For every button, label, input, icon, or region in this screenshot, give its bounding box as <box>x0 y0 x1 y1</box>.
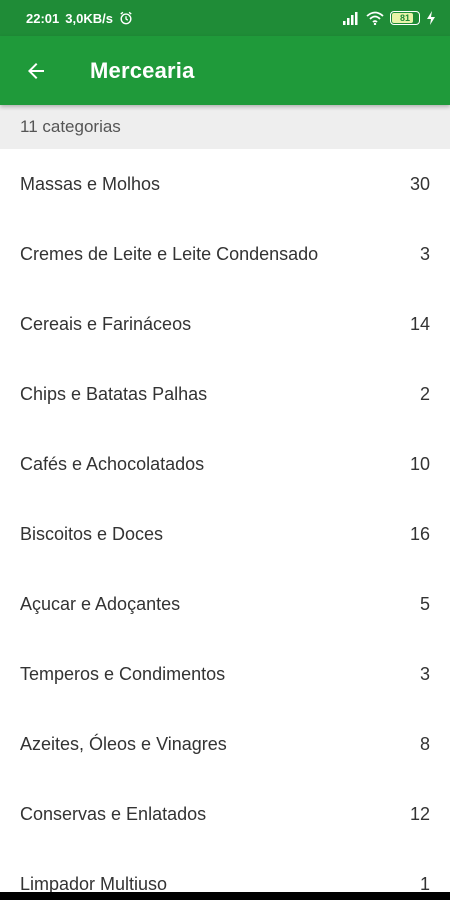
list-item[interactable]: Massas e Molhos 30 <box>0 149 450 219</box>
category-name: Chips e Batatas Palhas <box>20 383 208 404</box>
category-name: Cafés e Achocolatados <box>20 453 205 474</box>
app-bar: Mercearia <box>0 36 450 105</box>
page-title: Mercearia <box>90 57 195 83</box>
category-count: 16 <box>409 523 430 544</box>
category-name: Azeites, Óleos e Vinagres <box>20 733 227 754</box>
screen: 22:01 3,0KB/s 81 Mercearia 11 categorias… <box>0 0 450 900</box>
status-time: 22:01 <box>26 10 60 26</box>
category-name: Açucar e Adoçantes <box>20 593 181 614</box>
list-item[interactable]: Biscoitos e Doces 16 <box>0 499 450 569</box>
list-item[interactable]: Cremes de Leite e Leite Condensado 3 <box>0 219 450 289</box>
category-count: 3 <box>419 663 430 684</box>
status-right: 81 <box>342 11 436 25</box>
category-name: Temperos e Condimentos <box>20 663 226 684</box>
list-item[interactable]: Conservas e Enlatados 12 <box>0 779 450 849</box>
category-count: 30 <box>409 173 430 194</box>
list-item[interactable]: Cafés e Achocolatados 10 <box>0 429 450 499</box>
category-list: Massas e Molhos 30 Cremes de Leite e Leite… <box>0 149 450 900</box>
list-item[interactable]: Chips e Batatas Palhas 2 <box>0 359 450 429</box>
category-count: 10 <box>409 453 430 474</box>
category-name: Biscoitos e Doces <box>20 523 164 544</box>
charging-bolt-icon <box>427 11 435 25</box>
category-name: Conservas e Enlatados <box>20 803 207 824</box>
list-item[interactable]: Azeites, Óleos e Vinagres 8 <box>0 709 450 779</box>
network-speed: 3,0KB/s <box>65 10 113 26</box>
status-bar: 22:01 3,0KB/s 81 <box>0 0 450 36</box>
category-count: 3 <box>419 243 430 264</box>
battery-level: 81 <box>399 13 410 23</box>
signal-icon <box>343 12 358 25</box>
category-count: 14 <box>409 313 430 334</box>
category-count: 2 <box>419 383 430 404</box>
list-item[interactable]: Temperos e Condimentos 3 <box>0 639 450 709</box>
category-name: Cereais e Farináceos <box>20 313 192 334</box>
category-count: 8 <box>419 733 430 754</box>
status-left: 22:01 3,0KB/s <box>26 11 133 26</box>
back-arrow-icon <box>28 62 44 79</box>
categories-count-header: 11 categorias <box>0 105 450 149</box>
alarm-icon <box>120 11 132 25</box>
category-name: Massas e Molhos <box>20 173 161 194</box>
list-item[interactable]: Cereais e Farináceos 14 <box>0 289 450 359</box>
battery-icon: 81 <box>390 11 420 25</box>
navigation-bar <box>0 892 450 900</box>
category-count: 5 <box>419 593 430 614</box>
category-name: Cremes de Leite e Leite Condensado <box>20 243 319 264</box>
back-button[interactable] <box>20 55 52 87</box>
wifi-icon <box>366 11 384 25</box>
list-item[interactable]: Açucar e Adoçantes 5 <box>0 569 450 639</box>
category-count: 12 <box>409 803 430 824</box>
